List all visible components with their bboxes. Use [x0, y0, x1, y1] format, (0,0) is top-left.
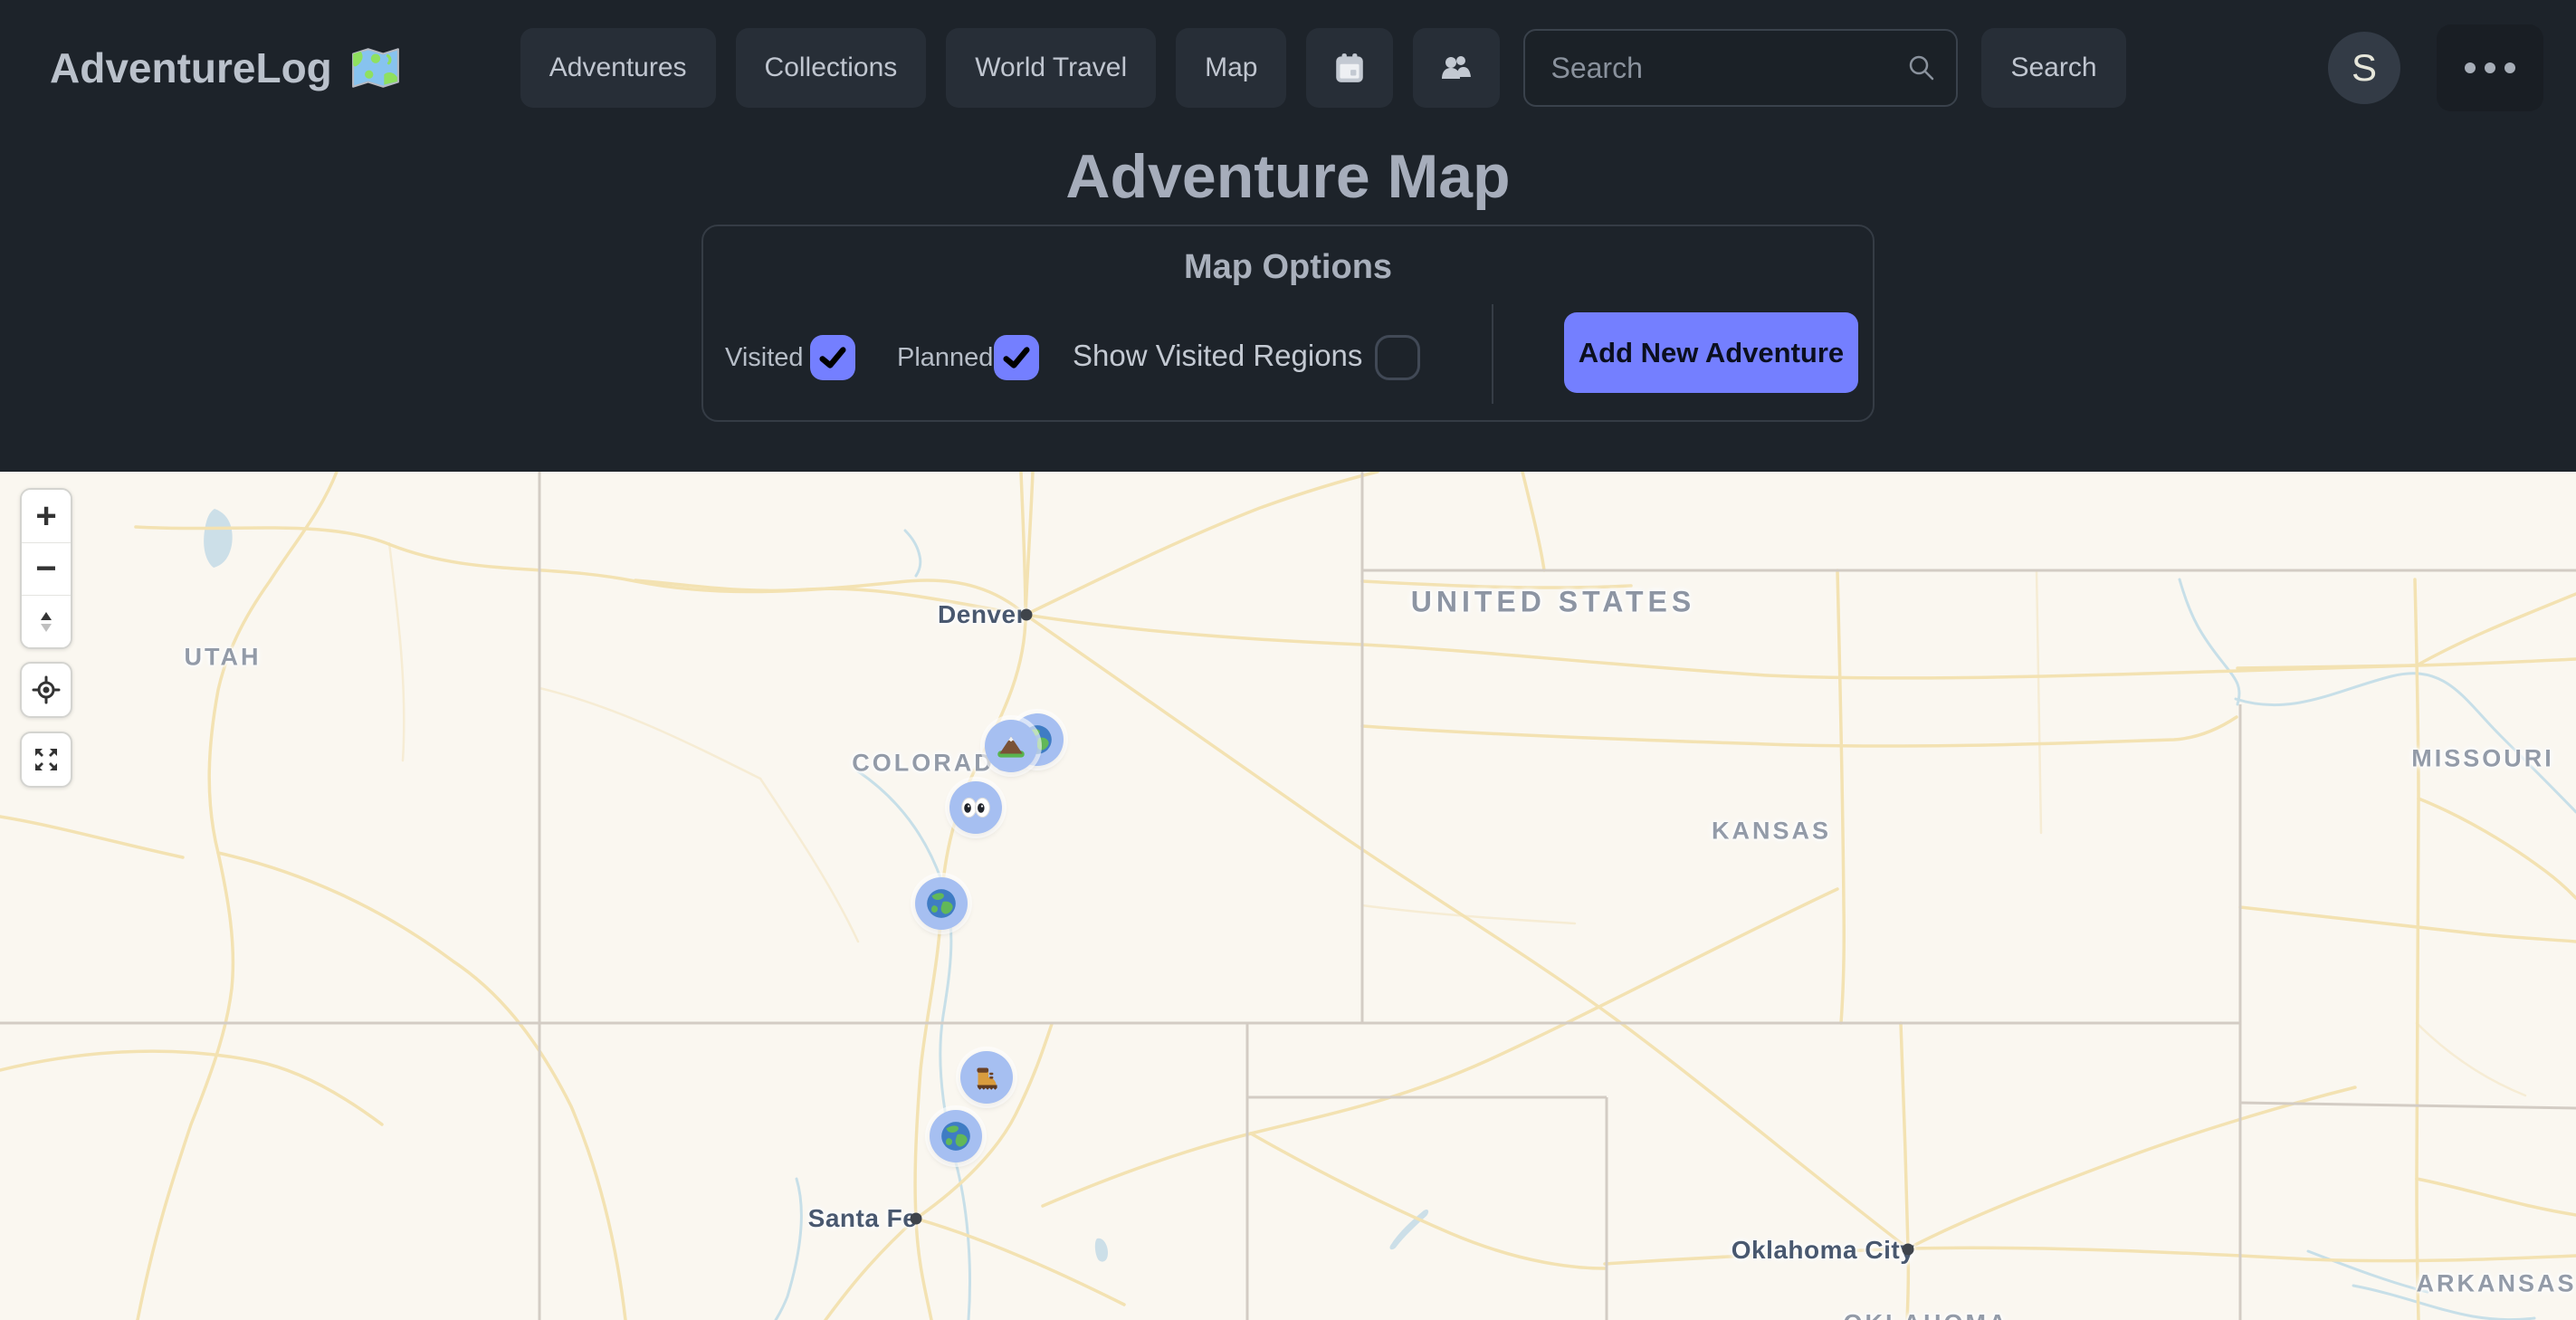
top-chrome: AdventureLog Adventures Collections Worl… — [0, 0, 2576, 472]
mountain-emoji — [994, 729, 1028, 763]
globe-emoji — [939, 1119, 973, 1153]
map-marker-boot[interactable] — [960, 1051, 1013, 1104]
avatar[interactable]: S — [2328, 32, 2400, 104]
users-icon — [1438, 51, 1474, 85]
nav-item-world-travel[interactable]: World Travel — [946, 28, 1156, 108]
calendar-icon — [1332, 51, 1367, 85]
check-icon — [1001, 342, 1032, 373]
boot-emoji — [969, 1060, 1004, 1095]
ellipsis-icon — [2465, 62, 2515, 73]
overflow-menu-button[interactable] — [2437, 24, 2543, 111]
navbar: AdventureLog Adventures Collections Worl… — [0, 0, 2576, 118]
nav-item-adventures[interactable]: Adventures — [520, 28, 716, 108]
brand[interactable]: AdventureLog — [50, 43, 401, 92]
avatar-letter: S — [2352, 46, 2377, 90]
zoom-out-button[interactable]: − — [22, 542, 71, 595]
show-visited-regions-checkbox[interactable] — [1375, 335, 1420, 380]
fullscreen-button[interactable] — [20, 732, 72, 788]
adventure-map-page: UNITED STATES UTAH COLORADO KANSAS MISSO… — [0, 0, 2576, 1320]
geolocate-button[interactable] — [20, 662, 72, 718]
city-dot-oklahoma-city — [1903, 1244, 1914, 1256]
river-lines — [776, 531, 2576, 1320]
city-dot-santa-fe — [911, 1213, 922, 1225]
map-marker-globe-2[interactable] — [915, 877, 968, 930]
search-icon — [1905, 52, 1938, 84]
map-marker-globe-3[interactable] — [930, 1110, 982, 1162]
eyes-emoji — [959, 790, 993, 825]
road-network — [0, 472, 2576, 1320]
page-title: Adventure Map — [0, 141, 2576, 212]
users-button[interactable] — [1413, 28, 1500, 108]
search-field-wrap — [1523, 29, 1958, 107]
search-button[interactable]: Search — [1981, 28, 2125, 108]
nav-item-map[interactable]: Map — [1176, 28, 1286, 108]
map-marker-eyes[interactable] — [949, 781, 1002, 834]
state-borders — [0, 472, 2576, 1320]
pitch-toggle-icon — [32, 607, 61, 636]
lake-shapes — [204, 509, 1428, 1262]
show-visited-regions-label: Show Visited Regions — [1073, 333, 1362, 378]
search-input[interactable] — [1523, 29, 1958, 107]
map-marker-mountain[interactable] — [985, 720, 1037, 772]
map-zoom-control-group: + − — [20, 488, 72, 649]
zoom-in-button[interactable]: + — [22, 490, 71, 542]
nav-links: Adventures Collections World Travel Map — [520, 28, 1501, 108]
visited-checkbox[interactable] — [810, 335, 855, 380]
visited-label: Visited — [725, 335, 804, 380]
map-options-title: Map Options — [703, 248, 1873, 287]
map-options-card: Map Options Visited Planned Show Visited… — [701, 225, 1875, 422]
brand-name: AdventureLog — [50, 43, 332, 92]
card-divider — [1492, 304, 1493, 404]
pitch-toggle-button[interactable] — [22, 595, 71, 647]
nav-item-collections[interactable]: Collections — [736, 28, 927, 108]
add-new-adventure-button[interactable]: Add New Adventure — [1564, 312, 1858, 393]
minor-roads — [389, 543, 2525, 1095]
planned-checkbox[interactable] — [994, 335, 1039, 380]
geolocate-icon — [31, 674, 62, 705]
planned-label: Planned — [897, 335, 993, 380]
world-map-emoji-logo — [350, 46, 401, 90]
fullscreen-icon — [31, 744, 62, 775]
check-icon — [817, 342, 848, 373]
globe-emoji — [924, 886, 959, 921]
city-dot-denver — [1021, 609, 1033, 621]
calendar-button[interactable] — [1306, 28, 1393, 108]
